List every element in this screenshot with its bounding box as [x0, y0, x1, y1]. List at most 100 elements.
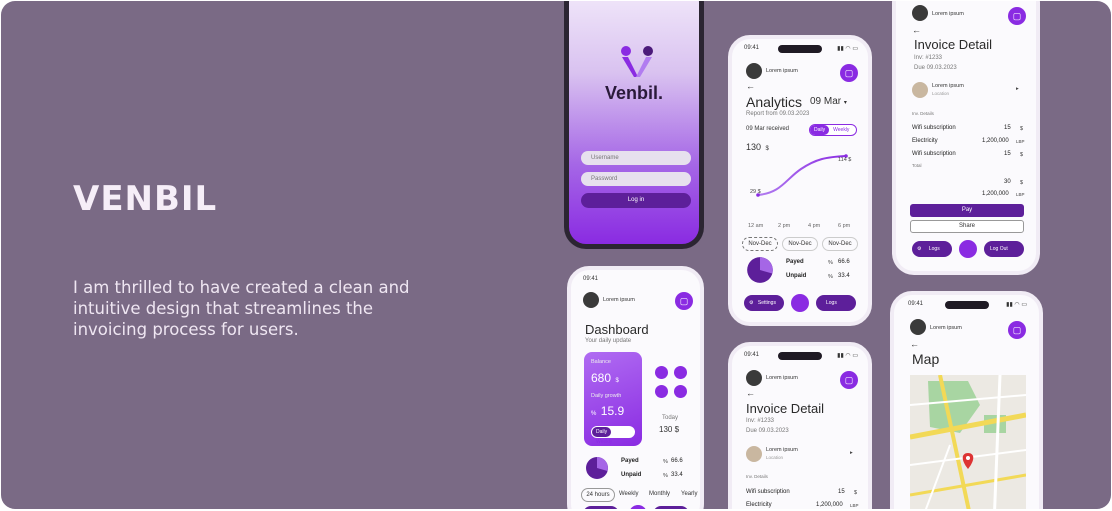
map-view[interactable] [910, 375, 1026, 509]
nav-left[interactable] [583, 506, 619, 509]
payed-label: Payed [621, 458, 639, 464]
calendar-icon: ▢ [679, 296, 689, 306]
back-arrow-icon[interactable]: ← [910, 339, 919, 349]
invoice-due: Due 09.03.2023 [914, 65, 957, 71]
date-label: 09 Mar [810, 96, 842, 107]
nav-settings-label: Settings [757, 300, 776, 306]
line-item-qty: 1,200,000 [816, 502, 843, 508]
tab-weekly[interactable]: Weekly [619, 491, 639, 497]
line-item-unit: $ [854, 490, 858, 496]
line-item-name: Wifi subscription [912, 151, 956, 157]
quick-action-1[interactable] [655, 366, 668, 379]
tab-monthly[interactable]: Monthly [649, 491, 670, 497]
balance-label: Balance [591, 359, 611, 365]
range-pill[interactable]: Nov-Dec [822, 237, 858, 251]
range-pill[interactable]: Nov-Dec [742, 237, 778, 251]
quick-action-4[interactable] [674, 385, 687, 398]
quick-action-3[interactable] [655, 385, 668, 398]
user-name: Lorem ipsum [766, 68, 798, 74]
unpaid-value: 33.4 [671, 472, 683, 478]
nav-logs[interactable]: Logs [816, 295, 856, 311]
unpaid-label: Unpaid [621, 472, 642, 478]
gear-icon: ⚙ [749, 300, 754, 306]
phone-login: Venbil. Username Password Log in [564, 1, 704, 249]
calendar-button[interactable]: ▢ [840, 371, 858, 389]
payed-value: 66.6 [838, 259, 850, 265]
chart-start-label: 29 $ [750, 189, 761, 195]
client-location: Location [766, 455, 784, 460]
nav-logout-label: Log Out [990, 246, 1008, 252]
report-date: Report from 09.03.2023 [746, 111, 810, 117]
period-toggle[interactable]: DailyWeekly [809, 124, 857, 136]
share-button[interactable]: Share [910, 220, 1024, 233]
invoice-due: Due 09.03.2023 [746, 428, 789, 434]
received-label: 09 Mar received [746, 126, 790, 132]
payed-pct: % [828, 260, 833, 266]
time-label: 2 pm [778, 223, 791, 229]
password-input[interactable]: Password [581, 172, 691, 186]
tab-24-hours[interactable]: 24 hours [581, 488, 615, 502]
project-description: I am thrilled to have created a clean an… [73, 278, 410, 339]
tab-yearly[interactable]: Yearly [681, 491, 697, 497]
invoice-number: Inv: #1233 [746, 418, 775, 424]
analytics-title: Analytics [746, 94, 803, 110]
notch [778, 45, 822, 53]
nav-home-button[interactable] [791, 294, 809, 312]
line-item-qty: 15 [838, 489, 845, 495]
total-lbp: 1,200,000 [982, 191, 1009, 197]
balance-value: 680 [591, 371, 612, 385]
nav-logs-label: Logs [928, 246, 940, 252]
back-arrow-icon[interactable]: ← [746, 81, 755, 91]
status-time: 09:41 [583, 276, 599, 282]
nav-home-button[interactable] [959, 240, 977, 258]
time-label: 6 pm [838, 223, 851, 229]
chevron-right-icon[interactable]: ▸ [850, 450, 853, 456]
time-label: 12 am [748, 223, 764, 229]
nav-logs[interactable]: ⚙ Logs [912, 241, 952, 257]
toggle-daily[interactable]: Daily [592, 427, 612, 437]
nav-right[interactable] [653, 506, 689, 509]
avatar [746, 63, 762, 79]
username-input[interactable]: Username [581, 151, 691, 165]
calendar-button[interactable]: ▢ [1008, 321, 1026, 339]
nav-logout[interactable]: Log Out [984, 241, 1024, 257]
period-toggle[interactable]: DailyWeekly [591, 426, 635, 445]
total-lbp-unit: LBP [1016, 192, 1025, 197]
client-avatar [912, 82, 928, 98]
calendar-icon: ▢ [844, 375, 854, 385]
calendar-button[interactable]: ▢ [675, 292, 693, 310]
phone-analytics: 09:41 ▮▮ ◠ ▭ Lorem ipsum ▢ ← Analytics 0… [728, 35, 872, 326]
calendar-button[interactable]: ▢ [1008, 7, 1026, 25]
analytics-date[interactable]: 09 Mar ▾ [810, 96, 847, 107]
details-label: Inv. Details [912, 111, 934, 116]
back-arrow-icon[interactable]: ← [746, 388, 755, 398]
unpaid-label: Unpaid [786, 273, 807, 279]
gear-icon: ⚙ [917, 246, 922, 252]
toggle-daily[interactable]: Daily [810, 125, 830, 135]
line-item-unit: LBP [850, 503, 859, 508]
user-name: Lorem ipsum [930, 325, 962, 331]
nav-center[interactable] [629, 505, 647, 509]
today-label: Today [662, 415, 679, 421]
back-arrow-icon[interactable]: ← [912, 25, 921, 35]
line-item-name: Electricity [746, 502, 772, 508]
pay-button[interactable]: Pay [910, 204, 1024, 217]
payment-pie [586, 457, 608, 479]
calendar-button[interactable]: ▢ [840, 64, 858, 82]
nav-settings[interactable]: ⚙ Settings [744, 295, 784, 311]
login-button[interactable]: Log in [581, 193, 691, 208]
status-icons: ▮▮ ◠ ▭ [837, 46, 858, 52]
growth-value: 15.9 [600, 404, 625, 418]
calendar-icon: ▢ [844, 68, 854, 78]
unpaid-value: 33.4 [838, 273, 850, 279]
invoice-title: Invoice Detail [914, 37, 993, 52]
line-item-name: Electricity [912, 138, 938, 144]
total-usd: 30 [1004, 179, 1011, 185]
avatar [583, 292, 599, 308]
toggle-weekly[interactable]: Weekly [829, 125, 853, 135]
chevron-right-icon[interactable]: ▸ [1016, 86, 1019, 92]
range-pill[interactable]: Nov-Dec [782, 237, 818, 251]
toggle-weekly[interactable]: Weekly [592, 437, 616, 447]
quick-action-2[interactable] [674, 366, 687, 379]
status-icons: ▮▮ ◠ ▭ [837, 353, 858, 359]
